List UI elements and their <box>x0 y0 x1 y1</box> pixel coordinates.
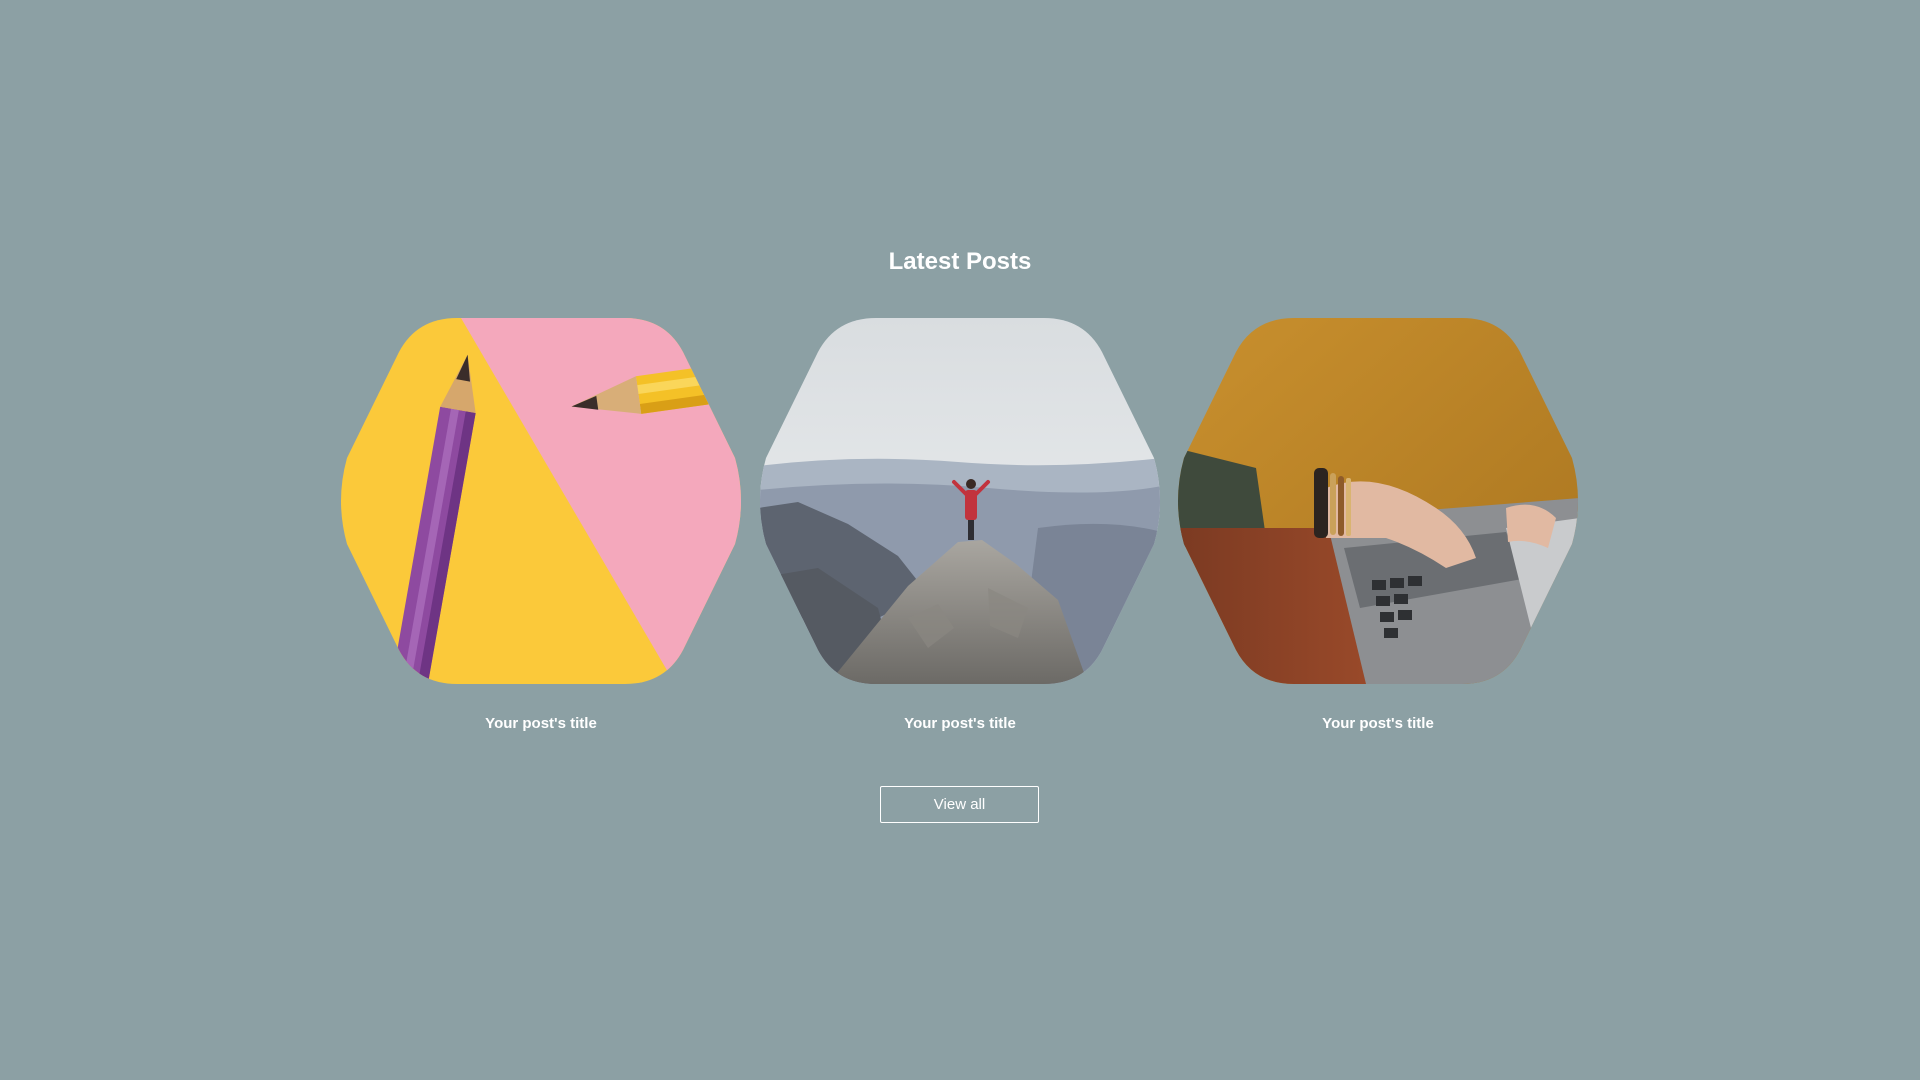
post-title[interactable]: Your post's title <box>758 714 1162 734</box>
section-title: Latest Posts <box>888 248 1032 275</box>
post-card[interactable]: Your post's title <box>339 318 743 734</box>
post-title[interactable]: Your post's title <box>339 714 743 734</box>
post-image-pencils[interactable] <box>339 318 743 684</box>
post-card[interactable]: Your post's title <box>758 318 1162 734</box>
post-title[interactable]: Your post's title <box>1176 714 1580 734</box>
post-image-laptop[interactable] <box>1176 318 1580 684</box>
post-image-mountain[interactable] <box>758 318 1162 684</box>
view-all-button[interactable]: View all <box>880 786 1039 823</box>
post-card[interactable]: Your post's title <box>1176 318 1580 734</box>
